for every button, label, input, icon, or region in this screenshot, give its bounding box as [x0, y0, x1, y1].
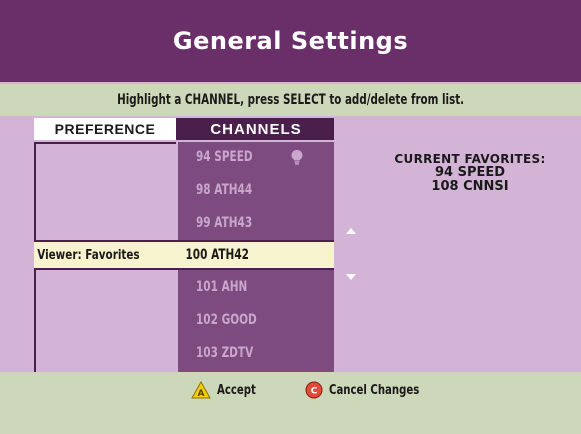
yellow-triangle-a-icon: A: [191, 381, 211, 399]
channel-item-103-zdtv[interactable]: 103 ZDTV: [178, 338, 334, 368]
svg-text:C: C: [311, 387, 318, 397]
preference-item-label: Viewer: Favorites: [37, 247, 140, 263]
channel-item-100-ath42[interactable]: 100 ATH42: [178, 240, 334, 270]
current-favorites: CURRENT FAVORITES: 94 SPEED 108 CNNSI: [370, 152, 570, 194]
channel-list: 94 SPEED 98 ATH44 99 ATH43 100 ATH42 101…: [178, 142, 334, 372]
channel-item-label: 98 ATH44: [196, 182, 253, 198]
scroll-up-arrow-icon[interactable]: [345, 225, 357, 237]
channel-item-label: 102 GOOD: [196, 312, 257, 328]
instruction-text: Highlight a CHANNEL, press SELECT to add…: [116, 92, 464, 108]
preference-item-viewer-favorites[interactable]: Viewer: Favorites: [34, 240, 178, 270]
channel-item-102-good[interactable]: 102 GOOD: [178, 305, 334, 335]
cancel-changes-label: Cancel Changes: [329, 382, 420, 398]
svg-text:A: A: [198, 389, 205, 399]
accept-button[interactable]: A Accept: [191, 381, 267, 399]
title-bar: General Settings: [0, 0, 581, 82]
channel-item-94-speed[interactable]: 94 SPEED: [178, 142, 334, 172]
channel-item-label: 94 SPEED: [196, 149, 253, 165]
red-circle-c-icon: C: [305, 381, 323, 399]
scroll-down-arrow-icon[interactable]: [345, 271, 357, 283]
channel-item-101-ahn[interactable]: 101 AHN: [178, 272, 334, 302]
tab-preference[interactable]: PREFERENCE: [34, 118, 178, 140]
footer-bar: [0, 372, 581, 434]
general-settings-screen: General Settings Highlight a CHANNEL, pr…: [0, 0, 581, 434]
favorites-item: 94 SPEED: [434, 165, 506, 180]
channel-item-label: 101 AHN: [196, 279, 248, 295]
channel-item-98-ath44[interactable]: 98 ATH44: [178, 175, 334, 205]
favorite-bulb-icon: [291, 150, 303, 165]
favorites-title: CURRENT FAVORITES:: [394, 152, 546, 166]
page-title: General Settings: [172, 27, 409, 55]
channel-item-label: 103 ZDTV: [196, 345, 254, 361]
channel-item-label: 99 ATH43: [196, 215, 253, 231]
cancel-changes-button[interactable]: C Cancel Changes: [305, 381, 445, 399]
tab-channels[interactable]: CHANNELS: [178, 118, 334, 140]
channel-item-99-ath43[interactable]: 99 ATH43: [178, 208, 334, 238]
instruction-bar: Highlight a CHANNEL, press SELECT to add…: [0, 84, 581, 116]
accept-label: Accept: [217, 382, 256, 398]
channel-item-label: 100 ATH42: [185, 247, 249, 263]
favorites-item: 108 CNNSI: [431, 179, 509, 194]
